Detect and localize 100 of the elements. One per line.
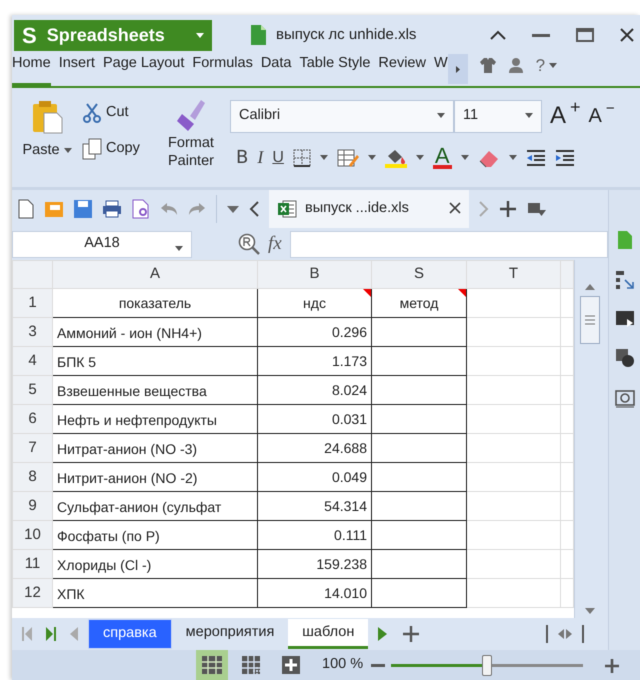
plus-icon[interactable] [499,200,517,218]
zoom-icon[interactable] [238,233,260,256]
last-sheet-icon[interactable] [46,627,56,641]
font-size-field[interactable]: 11 [454,100,542,132]
help-button[interactable]: ? [536,52,558,78]
font-name-field[interactable]: Calibri [230,100,454,132]
chevron-left-icon[interactable] [249,201,259,217]
menu-tab[interactable]: Insert [58,53,95,86]
row-header[interactable]: 4 [12,346,52,376]
bold-button[interactable]: B [236,144,248,171]
minimize-icon[interactable] [532,34,550,36]
format-painter-button[interactable]: Format Painter [161,134,221,170]
backup-icon[interactable] [614,388,634,408]
printer-icon[interactable] [102,200,122,218]
shapes-icon[interactable] [614,348,634,368]
new-file-icon[interactable] [18,199,34,219]
row-header[interactable]: 1 [12,288,52,318]
document-tab[interactable]: выпуск ...ide.xls [269,190,469,228]
caret-icon[interactable] [549,62,558,68]
resize-arrows-icon[interactable] [558,629,572,639]
next-sheet-icon[interactable] [378,627,388,641]
menu-tab[interactable]: Review [378,53,426,86]
caret-icon[interactable] [416,155,424,160]
menu-tab[interactable]: Page Layout [102,53,184,86]
user-icon[interactable] [508,57,524,74]
copy-button[interactable]: Copy [82,138,158,160]
fill-color-icon[interactable] [384,148,407,168]
scroll-right-button[interactable] [448,54,468,84]
paste-button[interactable]: Paste [22,140,72,162]
column-header[interactable]: B [258,260,372,288]
dropdown-icon[interactable] [175,246,183,252]
decrease-indent-icon[interactable] [526,148,546,166]
row-header[interactable]: 5 [12,376,52,404]
scrollbar-thumb[interactable] [580,296,600,344]
table-cell: 24.688 [258,434,372,462]
dropdown-icon[interactable] [525,112,533,118]
name-box[interactable]: AA18 [12,230,192,258]
row-header[interactable]: 10 [12,520,52,550]
borders-icon[interactable] [292,148,311,166]
caret-icon[interactable] [320,155,328,160]
row-header[interactable]: 8 [12,462,52,492]
row-header[interactable]: 3 [12,318,52,346]
table-cell: 0.296 [258,318,372,346]
table-style-icon[interactable] [336,148,359,166]
column-header[interactable]: T [466,260,560,288]
clipboard-icon[interactable] [31,100,63,134]
row-header[interactable]: 7 [12,434,52,462]
scroll-up-icon[interactable] [584,284,594,290]
menu-tab[interactable]: Table Style [299,53,370,86]
tab-list-icon[interactable] [527,201,547,217]
row-header[interactable]: 12 [12,578,52,608]
formula-field[interactable] [290,230,608,258]
row-header[interactable]: 9 [12,492,52,520]
close-icon[interactable] [449,202,461,214]
menu-tab[interactable]: Data [260,53,292,86]
add-sheet-icon[interactable] [403,626,420,642]
presentation-icon[interactable] [614,310,634,328]
caret-icon[interactable] [460,155,469,160]
sheet-tab[interactable]: справка [88,619,172,649]
menu-tab[interactable]: Home [12,53,51,86]
function-label[interactable]: fx [268,230,282,258]
table-cell: 0.031 [258,404,372,434]
zoom-in-icon[interactable] [605,658,620,673]
sheet-tab[interactable]: мероприятия [172,619,288,649]
dropdown-icon[interactable] [437,112,445,118]
caret-icon[interactable] [64,148,72,154]
italic-button[interactable]: I [257,144,264,171]
row-header[interactable]: 6 [12,404,52,434]
maximize-icon[interactable] [576,28,594,42]
divider-handle-icon[interactable] [582,625,584,643]
underline-button[interactable]: U [272,146,284,170]
divider-handle-icon[interactable] [546,625,548,643]
column-header[interactable]: A [52,260,258,288]
close-icon[interactable] [620,28,634,42]
customize-icon[interactable] [227,206,239,212]
increase-indent-icon[interactable] [554,148,575,166]
grow-font-button[interactable]: A$^{+}$ [550,98,581,134]
caret-icon[interactable] [508,155,517,160]
sheet-tab[interactable]: шаблон [288,619,368,649]
zoom-slider-thumb[interactable] [482,654,492,676]
shrink-font-button[interactable]: A$^{−}$ [588,101,615,131]
caret-icon[interactable] [368,155,376,160]
view-button[interactable] [196,650,228,680]
caret-icon [196,33,204,38]
scroll-down-icon[interactable] [584,608,594,614]
cut-button[interactable]: Cut [82,102,158,124]
print-preview-icon[interactable] [132,199,150,219]
column-header[interactable]: S [372,260,466,288]
brush-icon[interactable] [176,98,206,132]
app-menu-button[interactable]: S Spreadsheets [14,20,212,50]
swap-icon[interactable] [614,270,634,290]
collapse-icon[interactable] [490,30,506,40]
spreadsheet-icon [277,199,297,219]
zoom-out-icon[interactable] [371,664,386,668]
font-color-button[interactable]: A [432,146,452,170]
row-header[interactable]: 11 [12,550,52,578]
save-icon[interactable] [74,200,92,218]
menu-tab[interactable]: Formulas [192,53,253,86]
shirt-icon[interactable] [480,57,496,74]
menu-tab[interactable]: W [434,53,448,86]
